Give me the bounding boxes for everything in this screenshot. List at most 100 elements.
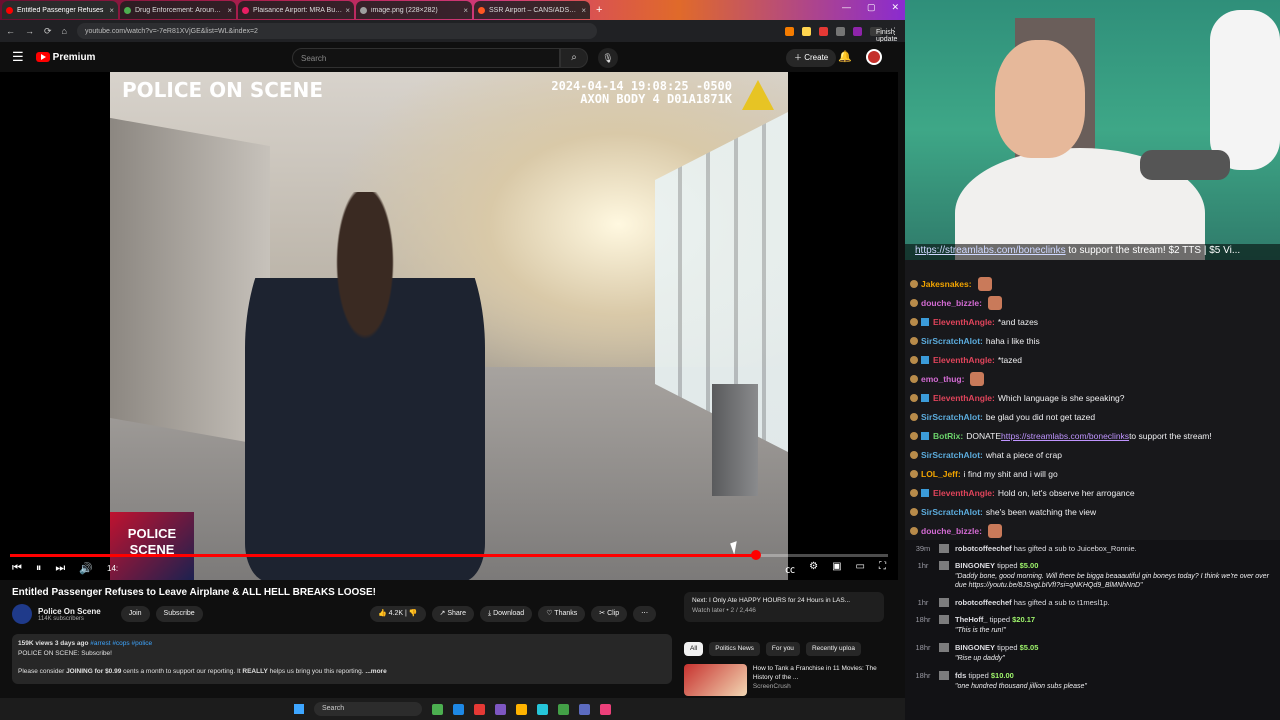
extension-icon[interactable] xyxy=(836,26,845,36)
create-button[interactable]: ＋ Create xyxy=(786,49,837,67)
chat-username[interactable]: EleventhAngle: xyxy=(933,355,995,365)
pause-icon[interactable]: ⏸ xyxy=(36,562,42,575)
extension-icon[interactable] xyxy=(802,26,811,36)
channel-name[interactable]: Police On Scene xyxy=(38,607,101,616)
filter-chip[interactable]: For you xyxy=(765,642,800,656)
video-player[interactable]: POLICE ON SCENE 2024-04-14 19:08:25 -050… xyxy=(0,72,898,580)
menu-icon[interactable]: ☰ xyxy=(12,49,24,65)
chat-username[interactable]: SirScratchAlot: xyxy=(921,450,983,460)
description-more-link[interactable]: ...more xyxy=(365,668,386,675)
event-user[interactable]: fds xyxy=(955,671,966,680)
miniplayer-icon[interactable]: ▣ xyxy=(832,561,841,576)
chat-username[interactable]: EleventhAngle: xyxy=(933,488,995,498)
chat-username[interactable]: emo_thug: xyxy=(921,374,964,384)
tab-close-icon[interactable]: × xyxy=(581,6,586,15)
share-button[interactable]: ↗ Share xyxy=(431,606,475,622)
ticker-link[interactable]: https://streamlabs.com/boneclinks xyxy=(915,245,1066,256)
browser-tab[interactable]: Plaisance Airport: MRA Busted × xyxy=(238,1,354,19)
new-tab-button[interactable]: + xyxy=(596,4,602,16)
chat-username[interactable]: EleventhAngle: xyxy=(933,317,995,327)
reload-icon[interactable]: ⟳ xyxy=(44,26,52,37)
taskbar-app-icon[interactable] xyxy=(432,703,443,715)
taskbar-app-icon[interactable] xyxy=(579,703,590,715)
event-user[interactable]: BINGONEY xyxy=(955,561,995,570)
taskbar-app-icon[interactable] xyxy=(516,703,527,715)
close-window-icon[interactable]: ✕ xyxy=(891,2,899,13)
url-field[interactable]: youtube.com/watch?v=-7eR81XVjGE&list=WL&… xyxy=(76,23,597,39)
minimize-icon[interactable]: — xyxy=(842,2,851,13)
search-icon[interactable]: ⌕ xyxy=(560,48,588,68)
taskbar-app-icon[interactable] xyxy=(453,703,464,715)
maximize-icon[interactable]: ▢ xyxy=(867,2,876,13)
taskbar-search[interactable]: Search xyxy=(314,702,422,716)
theater-mode-icon[interactable]: ▭ xyxy=(856,561,865,576)
filter-chip[interactable]: All xyxy=(684,642,704,656)
clip-button[interactable]: ✂ Clip xyxy=(591,606,628,622)
extension-icon[interactable] xyxy=(853,26,862,36)
chat-username[interactable]: douche_bizzle: xyxy=(921,298,982,308)
recommended-video[interactable]: How to Tank a Franchise in 11 Movies: Th… xyxy=(684,664,884,696)
join-button[interactable]: Join xyxy=(120,606,150,622)
description-box[interactable]: 159K views 3 days ago #arrest #cops #pol… xyxy=(12,634,672,684)
youtube-logo[interactable]: Premium xyxy=(35,52,95,63)
notifications-icon[interactable]: 🔔 xyxy=(838,50,852,63)
previous-icon[interactable]: ⏮ xyxy=(12,562,22,575)
tab-close-icon[interactable]: × xyxy=(463,6,468,15)
chat-username[interactable]: EleventhAngle: xyxy=(933,393,995,403)
search-input[interactable]: Search xyxy=(292,48,560,68)
volume-icon[interactable]: 🔊 xyxy=(79,562,93,575)
finish-update-button[interactable]: Finish update xyxy=(870,26,897,43)
chat-username[interactable]: SirScratchAlot: xyxy=(921,336,983,346)
video-frame[interactable]: POLICE ON SCENE 2024-04-14 19:08:25 -050… xyxy=(110,72,788,580)
chat-username[interactable]: Jakesnakes: xyxy=(921,279,972,289)
taskbar-app-icon[interactable] xyxy=(558,703,569,715)
download-button[interactable]: ⤓ Download xyxy=(480,606,533,622)
next-icon[interactable]: ⏭ xyxy=(55,562,65,575)
channel-avatar[interactable] xyxy=(12,604,32,624)
event-user[interactable]: BINGONEY xyxy=(955,643,995,652)
browser-tab[interactable]: image.png (228×282) × xyxy=(356,1,472,19)
filter-chip[interactable]: Politics News xyxy=(709,642,760,656)
fullscreen-icon[interactable]: ⛶ xyxy=(879,561,886,576)
taskbar-app-icon[interactable] xyxy=(600,703,611,715)
like-button[interactable]: 👍 4.2K | 👎 xyxy=(370,606,426,622)
browser-tab[interactable]: Drug Enforcement: Around R... × xyxy=(120,1,236,19)
extension-icon[interactable] xyxy=(819,26,828,36)
event-user[interactable]: robotcoffeechef xyxy=(955,544,1012,553)
chat-username[interactable]: SirScratchAlot: xyxy=(921,507,983,517)
chat-username[interactable]: LOL_Jeff: xyxy=(921,469,961,479)
settings-gear-icon[interactable]: ⚙ xyxy=(809,561,818,576)
chat-link[interactable]: https://streamlabs.com/boneclinks xyxy=(1001,431,1129,441)
event-user[interactable]: robotcoffeechef xyxy=(955,598,1012,607)
chat-text: be glad you did not get tazed xyxy=(985,411,1096,422)
tab-close-icon[interactable]: × xyxy=(227,6,232,15)
event-user[interactable]: TheHoff_ xyxy=(955,615,988,624)
browser-tab[interactable]: Entitled Passenger Refuses × xyxy=(2,1,118,19)
tab-close-icon[interactable]: × xyxy=(109,6,114,15)
up-next-card[interactable]: Next: I Only Ate HAPPY HOURS for 24 Hour… xyxy=(684,592,884,622)
chat-username[interactable]: SirScratchAlot: xyxy=(921,412,983,422)
filter-chip[interactable]: Recently uploa xyxy=(805,642,861,656)
chat-username[interactable]: douche_bizzle: xyxy=(921,526,982,536)
taskbar-app-icon[interactable] xyxy=(537,703,548,715)
recommended-thumbnail[interactable] xyxy=(684,664,747,696)
chat-username[interactable]: BotRix: xyxy=(933,431,963,441)
browser-tab[interactable]: SSR Airport – CANS/ADSU Op...× xyxy=(474,1,590,19)
subscribe-button[interactable]: Subscribe xyxy=(155,606,203,622)
more-actions-button[interactable]: ⋯ xyxy=(633,606,657,622)
windows-start-icon[interactable] xyxy=(294,704,304,714)
taskbar-app-icon[interactable] xyxy=(495,703,506,715)
taskbar-app-icon[interactable] xyxy=(474,703,485,715)
video-progress-bar[interactable] xyxy=(10,550,888,560)
account-avatar[interactable] xyxy=(866,49,882,65)
hashtags[interactable]: #arrest #cops #police xyxy=(90,640,152,647)
captions-icon[interactable]: ㏄ xyxy=(785,561,795,576)
tab-close-icon[interactable]: × xyxy=(345,6,350,15)
extension-icon[interactable] xyxy=(785,26,794,36)
more-menu-icon[interactable]: ⋮ xyxy=(890,26,899,37)
microphone-icon[interactable]: 🎙 xyxy=(598,48,618,68)
thanks-button[interactable]: ♡ Thanks xyxy=(538,606,586,622)
forward-icon[interactable]: → xyxy=(25,26,34,36)
back-icon[interactable]: ← xyxy=(6,26,15,36)
home-icon[interactable]: ⌂ xyxy=(62,26,67,36)
